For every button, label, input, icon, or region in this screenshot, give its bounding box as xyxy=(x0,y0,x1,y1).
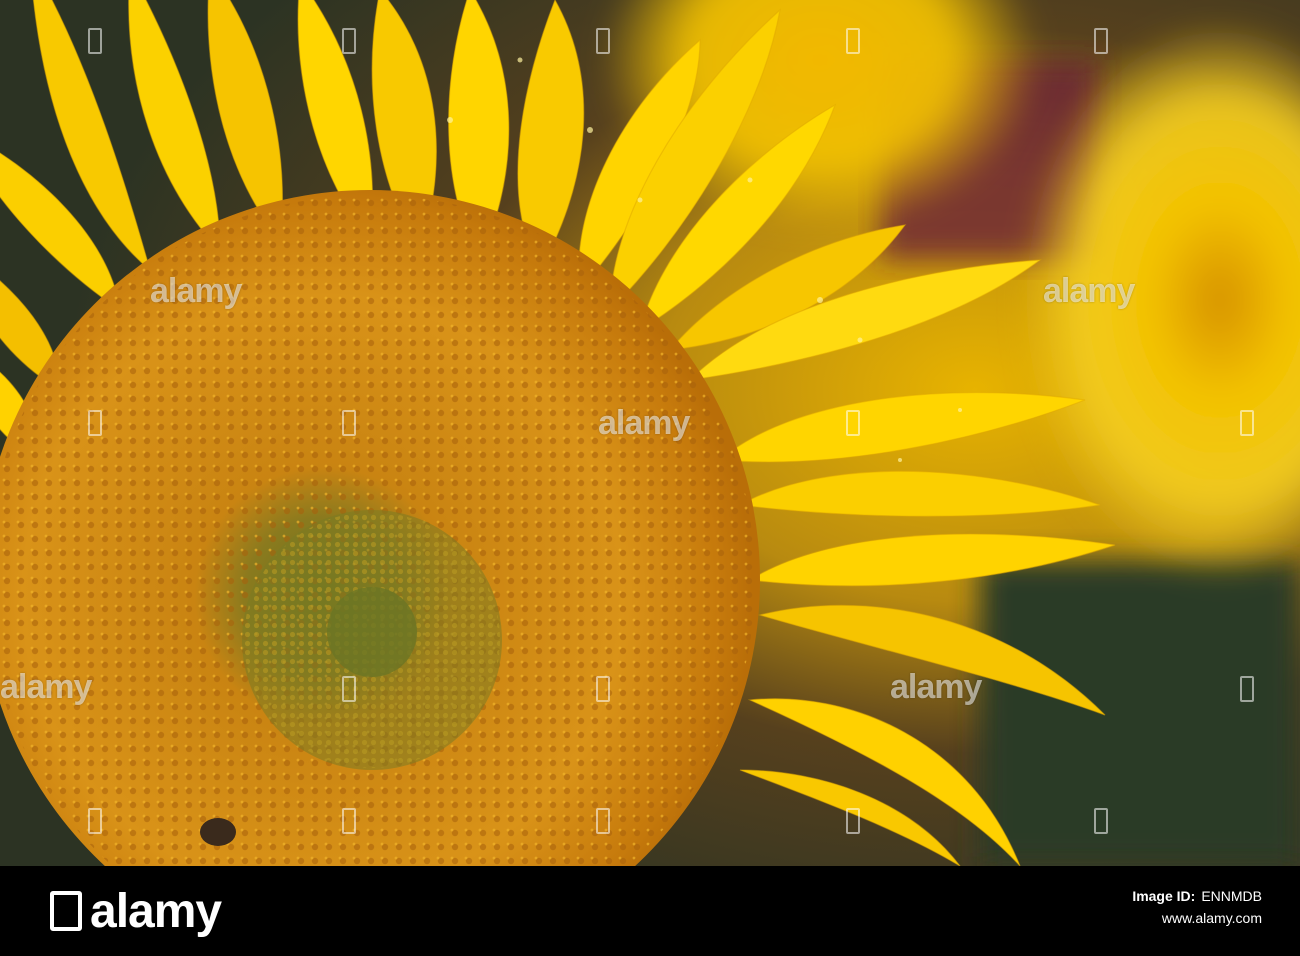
watermark-icon xyxy=(342,28,356,54)
watermark-icon xyxy=(88,410,102,436)
watermark-icon xyxy=(596,676,610,702)
watermark-icon xyxy=(1240,676,1254,702)
watermark-icon xyxy=(596,28,610,54)
watermark-icon xyxy=(846,410,860,436)
watermark-icon xyxy=(1094,808,1108,834)
watermark-icon xyxy=(846,28,860,54)
watermark-text: alamy xyxy=(1043,272,1135,310)
watermark-icon xyxy=(1094,28,1108,54)
watermark-icon xyxy=(88,28,102,54)
watermark-icon xyxy=(342,410,356,436)
watermark-text: alamy xyxy=(0,668,92,706)
watermark-icon xyxy=(596,808,610,834)
image-id: ENNMDB xyxy=(1201,888,1262,904)
watermark-text: alamy xyxy=(598,404,690,442)
watermark-icon xyxy=(342,808,356,834)
image-meta: Image ID: ENNMDB www.alamy.com xyxy=(1132,888,1262,926)
watermark-icon xyxy=(1240,410,1254,436)
site-url: www.alamy.com xyxy=(1161,910,1262,926)
watermark-text: alamy xyxy=(890,668,982,706)
watermark-text: alamy xyxy=(150,272,242,310)
alamy-logo-icon xyxy=(50,891,82,931)
watermark-icon xyxy=(846,808,860,834)
watermark-icon xyxy=(342,676,356,702)
image-id-label: Image ID: xyxy=(1132,888,1196,904)
footer-bar: alamy Image ID: ENNMDB www.alamy.com xyxy=(0,866,1300,956)
brand-logo: alamy xyxy=(50,884,222,939)
brand-name: alamy xyxy=(90,885,222,938)
sunflower-photo: alamy alamy alamy alamy alamy xyxy=(0,0,1300,866)
watermark-icon xyxy=(88,808,102,834)
